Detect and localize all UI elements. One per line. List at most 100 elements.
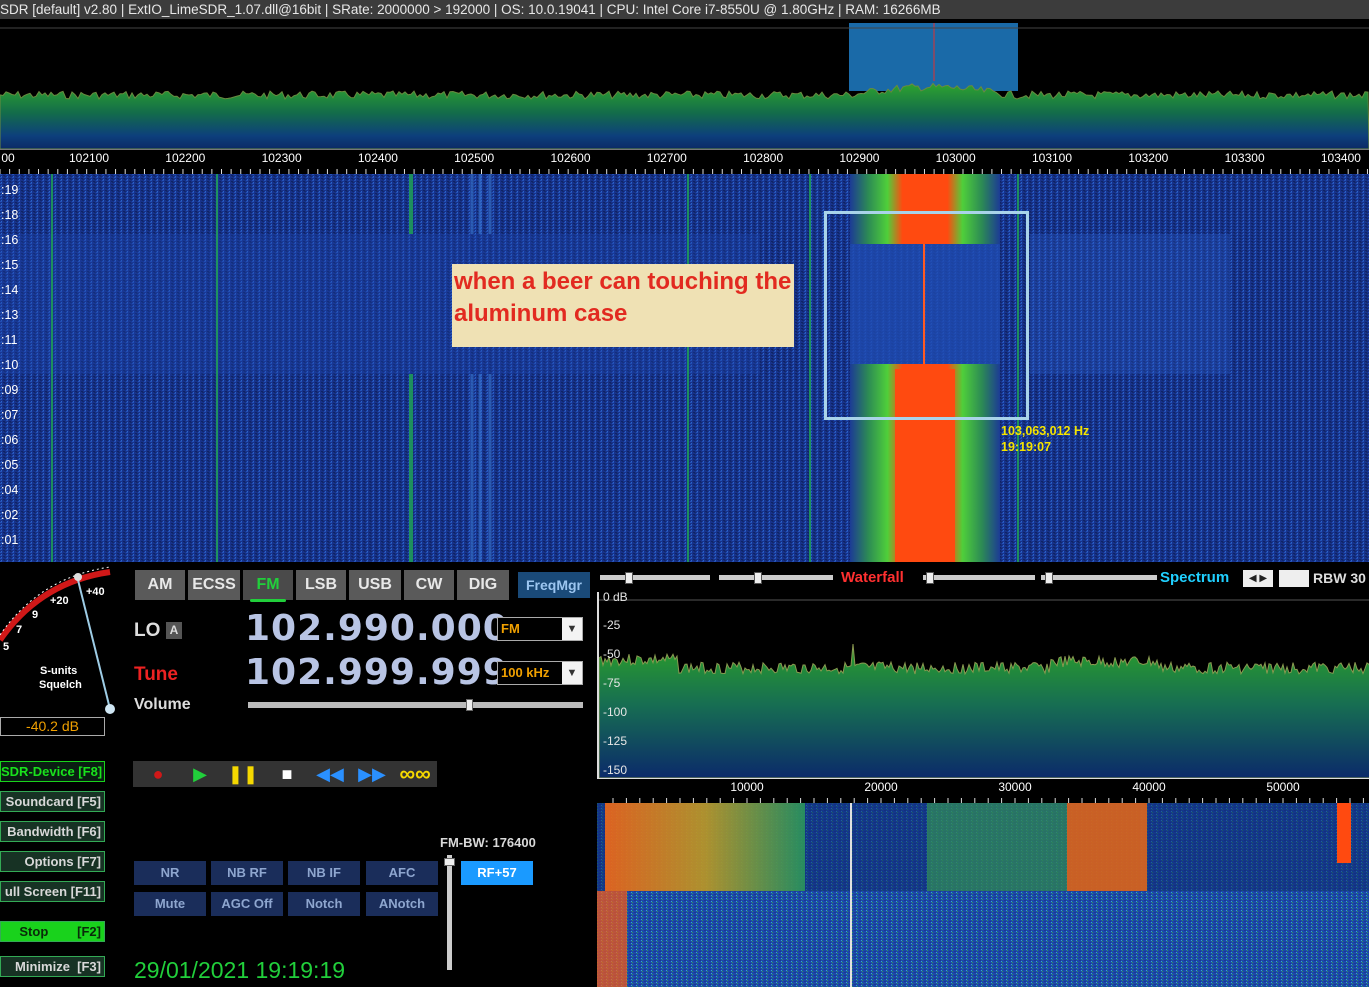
audio-waterfall[interactable] bbox=[597, 803, 1369, 987]
annotation-note: when a beer can touching the aluminum ca… bbox=[452, 264, 794, 347]
pause-icon[interactable]: ❚❚ bbox=[222, 761, 264, 787]
audio-frequency-tick: 20000 bbox=[864, 780, 898, 794]
lo-frequency[interactable]: 102.990.000 bbox=[245, 608, 509, 649]
waterfall-time-label: :04 bbox=[1, 483, 19, 497]
mode-fm-button[interactable]: FM bbox=[243, 570, 293, 600]
volume-label: Volume bbox=[134, 696, 191, 713]
chevron-right-icon[interactable]: ▶ bbox=[1259, 573, 1267, 584]
frequency-tick: 102100 bbox=[68, 151, 110, 165]
main-spectrum-plot bbox=[0, 23, 1369, 149]
notch-button[interactable]: Notch bbox=[288, 892, 360, 916]
tune-step-value: 100 kHz bbox=[501, 665, 550, 680]
fm-bandwidth-label: FM-BW: 176400 bbox=[440, 835, 536, 850]
rbw-arrows[interactable]: ◀ ▶ bbox=[1243, 570, 1273, 587]
frequency-tick: 00 bbox=[1, 151, 15, 165]
contrast-slider[interactable] bbox=[600, 572, 710, 584]
rewind-icon[interactable]: ◀◀ bbox=[309, 761, 351, 787]
mode-lsb-button[interactable]: LSB bbox=[296, 570, 346, 600]
brightness-slider[interactable] bbox=[719, 572, 833, 584]
nb-if-button[interactable]: NB IF bbox=[288, 861, 360, 885]
frequency-tick: 102700 bbox=[646, 151, 687, 165]
tune-step-select[interactable]: 100 kHz ▼ bbox=[497, 661, 583, 685]
smeter-label-plus20: +20 bbox=[50, 595, 69, 607]
lo-mode-select[interactable]: FM ▼ bbox=[497, 617, 583, 641]
fm-bandwidth-slider[interactable] bbox=[444, 855, 455, 970]
spectrum-slider-thumb[interactable] bbox=[1045, 572, 1053, 584]
volume-slider[interactable] bbox=[248, 699, 583, 711]
play-icon[interactable]: ▶ bbox=[179, 761, 221, 787]
db-label: 0 dB bbox=[603, 592, 628, 604]
smeter-caption-squelch: Squelch bbox=[39, 679, 82, 691]
waterfall-speed-slider-thumb[interactable] bbox=[926, 572, 934, 584]
db-label: -125 bbox=[603, 734, 628, 748]
mode-am-button[interactable]: AM bbox=[135, 570, 185, 600]
smeter-label-5: 5 bbox=[3, 641, 10, 653]
main-waterfall[interactable]: :19:18:16:15:14:13:11:10:09:07:06:05:04:… bbox=[0, 174, 1369, 562]
fm-bandwidth-slider-thumb[interactable] bbox=[444, 858, 455, 866]
freqmgr-button[interactable]: FreqMgr bbox=[518, 572, 590, 598]
frequency-tick: 102200 bbox=[165, 151, 206, 165]
audio-spectrum[interactable]: 0 dB -25 -50 -75 -100 -125 -150 bbox=[597, 592, 1369, 778]
lo-mode-value: FM bbox=[501, 621, 520, 636]
soundcard-button[interactable]: Soundcard [F5] bbox=[0, 791, 105, 812]
lo-badge[interactable]: A bbox=[166, 622, 182, 639]
audio-spectrum-plot bbox=[599, 599, 1369, 778]
waterfall-time-label: :14 bbox=[1, 283, 19, 297]
annotation-highlight-box bbox=[824, 211, 1029, 420]
mode-ecss-button[interactable]: ECSS bbox=[188, 570, 240, 600]
spectrum-label: Spectrum bbox=[1160, 569, 1230, 586]
volume-slider-thumb[interactable] bbox=[466, 699, 474, 711]
waterfall-time-label: :01 bbox=[1, 533, 19, 547]
db-label: -150 bbox=[603, 763, 628, 777]
frequency-tick: 103300 bbox=[1224, 151, 1265, 165]
afc-button[interactable]: AFC bbox=[366, 861, 438, 885]
frequency-tick: 103400 bbox=[1320, 151, 1361, 165]
s-meter-dial bbox=[0, 566, 115, 714]
brightness-slider-thumb[interactable] bbox=[754, 572, 762, 584]
waterfall-time-label: :10 bbox=[1, 358, 19, 372]
s-meter-needle bbox=[77, 579, 111, 710]
frequency-tick: 102300 bbox=[261, 151, 302, 165]
frequency-tick: 102400 bbox=[357, 151, 398, 165]
stop-button[interactable]: Stop [F2] bbox=[0, 921, 105, 942]
record-icon[interactable]: ● bbox=[137, 761, 179, 787]
lo-label: LO bbox=[134, 620, 161, 641]
db-label: -75 bbox=[603, 676, 621, 690]
options-button[interactable]: Options [F7] bbox=[0, 851, 105, 872]
agc-button[interactable]: AGC Off bbox=[211, 892, 283, 916]
minimize-button[interactable]: Minimize [F3] bbox=[0, 956, 105, 977]
loop-icon[interactable]: ∞∞ bbox=[394, 761, 436, 787]
mode-cw-button[interactable]: CW bbox=[404, 570, 454, 600]
waterfall-time-label: :16 bbox=[1, 233, 19, 247]
playback-toolbar: ● ▶ ❚❚ ■ ◀◀ ▶▶ ∞∞ bbox=[133, 761, 437, 787]
tune-frequency[interactable]: 102.999.999 bbox=[245, 652, 509, 693]
forward-icon[interactable]: ▶▶ bbox=[351, 761, 393, 787]
sdr-device-button[interactable]: SDR-Device [F8] bbox=[0, 761, 105, 782]
waterfall-label: Waterfall bbox=[841, 569, 904, 586]
mode-dig-button[interactable]: DIG bbox=[457, 570, 509, 600]
frequency-scale[interactable]: 00 102100 102200 102300 102400 102500 102600 10… bbox=[0, 149, 1369, 175]
rf-gain-button[interactable]: RF+57 bbox=[461, 861, 533, 885]
mute-button[interactable]: Mute bbox=[134, 892, 206, 916]
frequency-tick: 103000 bbox=[935, 151, 976, 165]
mode-usb-button[interactable]: USB bbox=[349, 570, 401, 600]
rbw-label: RBW 30 bbox=[1313, 570, 1366, 586]
active-mode-indicator bbox=[250, 599, 286, 602]
nb-rf-button[interactable]: NB RF bbox=[211, 861, 283, 885]
audio-frequency-tick: 30000 bbox=[998, 780, 1032, 794]
fullscreen-button[interactable]: ull Screen [F11] bbox=[0, 881, 105, 902]
contrast-slider-thumb[interactable] bbox=[625, 572, 633, 584]
waterfall-speed-slider[interactable] bbox=[923, 572, 1035, 584]
db-label: -100 bbox=[603, 705, 628, 719]
spectrum-slider[interactable] bbox=[1041, 572, 1157, 584]
smeter-label-7: 7 bbox=[16, 624, 23, 636]
chevron-left-icon[interactable]: ◀ bbox=[1249, 573, 1257, 584]
waterfall-time-label: :15 bbox=[1, 258, 19, 272]
stop-icon[interactable]: ■ bbox=[266, 761, 308, 787]
db-label: -50 bbox=[603, 647, 621, 661]
anotch-button[interactable]: ANotch bbox=[366, 892, 438, 916]
bandwidth-button[interactable]: Bandwidth [F6] bbox=[0, 821, 105, 842]
nr-button[interactable]: NR bbox=[134, 861, 206, 885]
main-spectrum[interactable] bbox=[0, 19, 1369, 149]
audio-frequency-tick: 40000 bbox=[1132, 780, 1166, 794]
